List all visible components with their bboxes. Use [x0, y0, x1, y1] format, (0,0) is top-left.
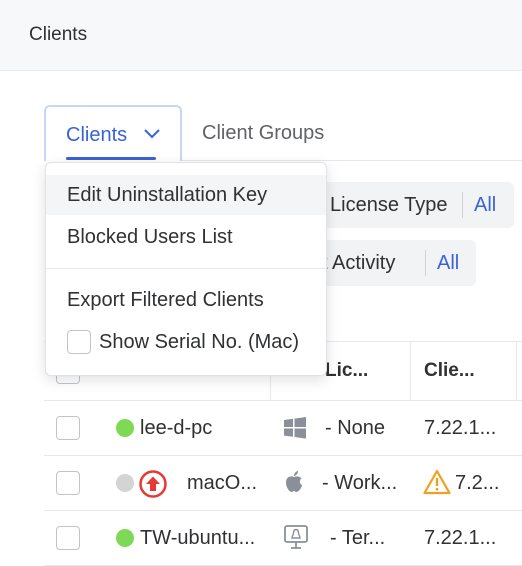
page-header: Clients	[0, 0, 522, 71]
tab-bar: Clients Client Groups	[0, 105, 522, 161]
filter-separator	[425, 250, 426, 276]
menu-item-blocked-users-list[interactable]: Blocked Users List	[46, 217, 326, 257]
column-separator	[410, 342, 411, 401]
client-name[interactable]: TW-ubuntu...	[140, 527, 255, 550]
client-version: 7.22.1...	[424, 527, 497, 549]
table-row[interactable]: macO... - Work... 7.2...	[44, 456, 522, 511]
active-tab-indicator	[66, 157, 156, 160]
table-row[interactable]: lee-d-pc - None 7.22.1...	[44, 401, 522, 456]
warning-icon	[423, 469, 451, 495]
menu-item-label: Edit Uninstallation Key	[67, 184, 268, 206]
apple-icon	[286, 471, 302, 492]
menu-item-label: Export Filtered Clients	[67, 289, 264, 311]
tab-clients[interactable]: Clients	[44, 105, 182, 161]
row-checkbox[interactable]	[56, 416, 80, 440]
linux-icon	[284, 525, 308, 549]
client-version: 7.22.1...	[424, 417, 497, 439]
menu-item-label: Show Serial No. (Mac)	[99, 331, 300, 353]
windows-icon	[284, 417, 306, 439]
online-status-dot	[116, 529, 134, 547]
column-header-license[interactable]: Lic...	[325, 360, 368, 382]
client-name[interactable]: macO...	[187, 472, 257, 495]
menu-item-export-filtered-clients[interactable]: Export Filtered Clients	[46, 280, 326, 320]
offline-status-dot	[116, 474, 134, 492]
clients-dropdown-menu: Edit Uninstallation Key Blocked Users Li…	[45, 162, 327, 376]
menu-divider	[46, 268, 326, 269]
chevron-down-icon	[144, 129, 160, 139]
online-status-dot	[116, 419, 134, 437]
client-name[interactable]: lee-d-pc	[140, 417, 212, 440]
tab-divider	[182, 160, 522, 161]
page-title: Clients	[29, 24, 88, 45]
menu-item-edit-uninstallation-key[interactable]: Edit Uninstallation Key	[46, 175, 326, 215]
license-value: - Ter...	[330, 527, 386, 549]
column-separator	[516, 342, 517, 401]
tab-client-groups[interactable]: Client Groups	[202, 122, 324, 145]
client-version: 7.2...	[455, 472, 500, 494]
menu-item-show-serial-no[interactable]: Show Serial No. (Mac)	[78, 322, 326, 362]
upgrade-arrow-icon	[139, 470, 167, 498]
row-checkbox[interactable]	[56, 471, 80, 495]
tab-clients-label: Clients	[66, 124, 128, 146]
license-value: - None	[325, 417, 386, 439]
column-header-client-version[interactable]: Clie...	[424, 360, 475, 382]
filter-last-activity-value[interactable]: All	[437, 252, 459, 275]
filter-license-type-value[interactable]: All	[474, 194, 496, 217]
menu-item-label: Blocked Users List	[67, 226, 233, 248]
filter-separator	[462, 192, 463, 218]
license-value: - Work...	[322, 472, 398, 494]
row-checkbox[interactable]	[56, 526, 80, 550]
filter-license-type-label: License Type	[330, 194, 448, 216]
table-row[interactable]: TW-ubuntu... - Ter... 7.22.1...	[44, 511, 522, 566]
